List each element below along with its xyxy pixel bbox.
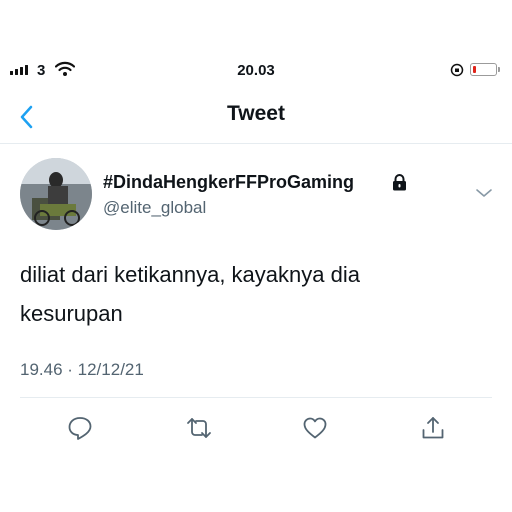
more-options-button[interactable] bbox=[474, 186, 494, 200]
chevron-down-icon bbox=[476, 189, 492, 197]
tweet-timestamp: 19.46 · 12/12/21 bbox=[20, 360, 144, 379]
divider bbox=[0, 143, 512, 144]
avatar[interactable] bbox=[20, 158, 92, 230]
reply-icon bbox=[68, 417, 92, 440]
status-time: 20.03 bbox=[237, 62, 275, 79]
page-title: Tweet bbox=[227, 102, 285, 125]
tweet-text-line: diliat dari ketikannya, kayaknya dia bbox=[20, 262, 360, 287]
divider bbox=[20, 397, 492, 398]
retweet-icon bbox=[187, 418, 211, 438]
tweet-text: diliat dari ketikannya, kayaknya dia kes… bbox=[20, 255, 490, 333]
heart-icon bbox=[303, 417, 327, 439]
battery-icon bbox=[470, 63, 500, 76]
like-button[interactable] bbox=[301, 414, 329, 442]
lock-icon bbox=[393, 174, 406, 191]
share-icon bbox=[422, 417, 444, 439]
reply-button[interactable] bbox=[66, 414, 94, 442]
battery-level bbox=[473, 66, 476, 73]
display-name[interactable]: #DindaHengkerFFProGaming bbox=[103, 172, 354, 193]
orientation-lock-icon bbox=[450, 63, 464, 77]
share-button[interactable] bbox=[419, 414, 447, 442]
navigation-bar: Tweet bbox=[0, 92, 512, 142]
retweet-button[interactable] bbox=[185, 414, 213, 442]
status-bar: 3 20.03 bbox=[0, 56, 512, 86]
username[interactable]: @elite_global bbox=[103, 198, 206, 218]
tweet-text-line: kesurupan bbox=[20, 301, 123, 326]
